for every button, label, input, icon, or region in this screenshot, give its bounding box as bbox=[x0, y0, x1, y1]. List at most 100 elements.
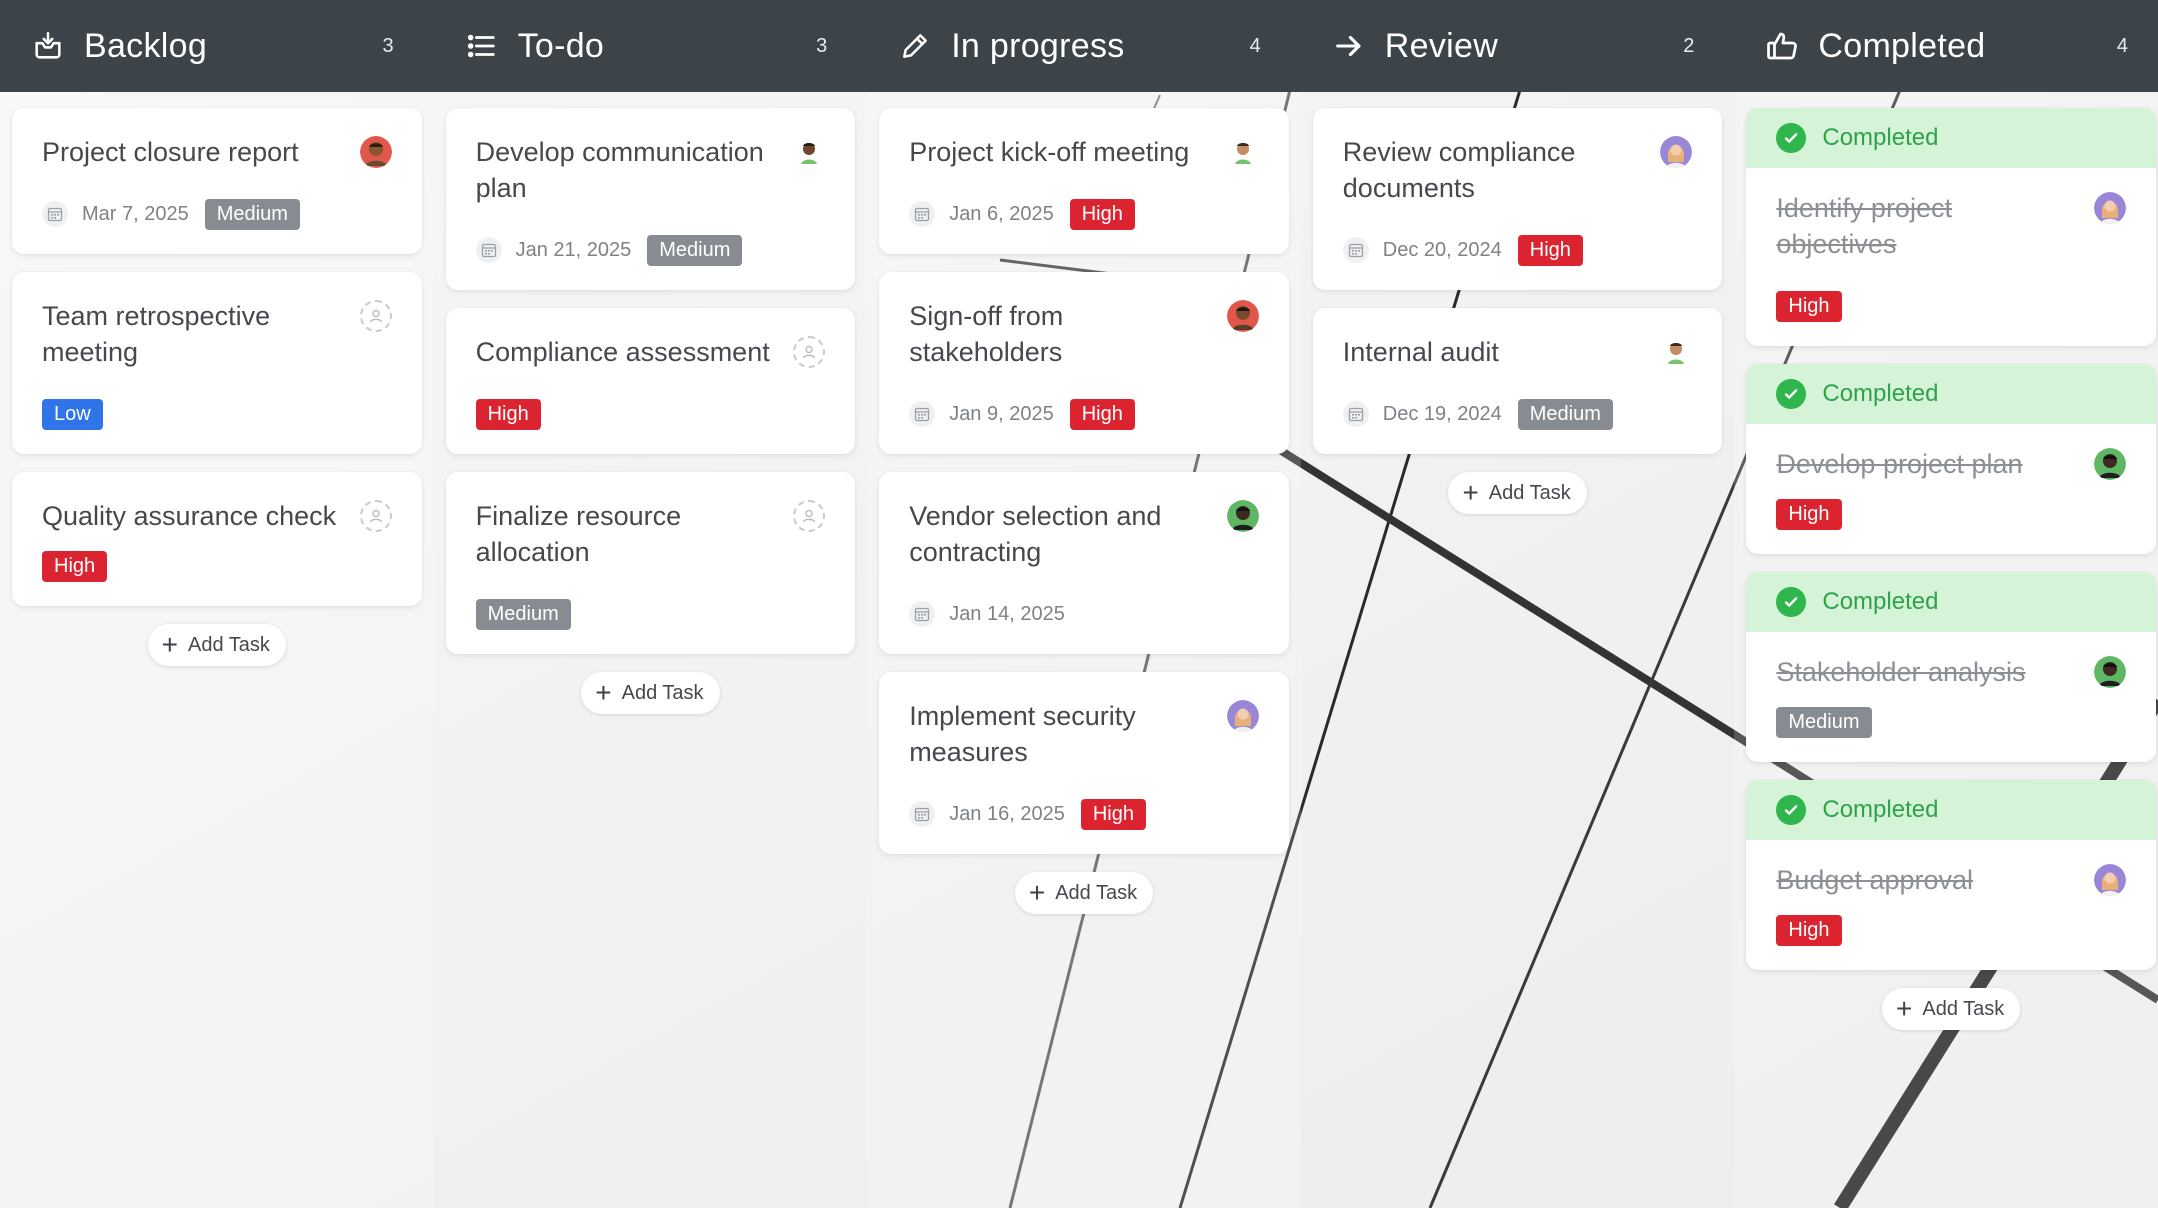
task-card[interactable]: Quality assurance check High bbox=[12, 472, 422, 606]
completed-banner: Completed bbox=[1746, 364, 2156, 424]
add-task-button[interactable]: + Add Task bbox=[1882, 988, 2021, 1030]
task-card[interactable]: Implement security measures Jan 16, 2025… bbox=[879, 672, 1289, 854]
add-task-button[interactable]: + Add Task bbox=[1448, 472, 1587, 514]
add-task-button[interactable]: + Add Task bbox=[581, 672, 720, 714]
calendar-icon bbox=[1342, 401, 1369, 427]
priority-badge: Medium bbox=[1776, 706, 1872, 738]
priority-badge: High bbox=[1776, 498, 1842, 530]
calendar-icon bbox=[909, 401, 936, 427]
column-title: To-do bbox=[517, 26, 605, 65]
task-title: Vendor selection and contracting bbox=[909, 501, 1162, 567]
unassigned-user-icon[interactable] bbox=[359, 300, 392, 332]
unassigned-user-icon[interactable] bbox=[793, 500, 826, 532]
completed-label: Completed bbox=[1822, 588, 1939, 615]
task-card-completed[interactable]: Completed Develop project plan High bbox=[1746, 364, 2156, 554]
priority-badge: High bbox=[1069, 398, 1135, 430]
add-task-label: Add Task bbox=[1488, 481, 1571, 504]
due-date: Jan 6, 2025 bbox=[949, 202, 1054, 225]
avatar-woman-purple[interactable] bbox=[1660, 136, 1693, 168]
avatar-woman-purple[interactable] bbox=[1226, 700, 1259, 732]
add-task-label: Add Task bbox=[1055, 881, 1138, 904]
avatar-man-green[interactable] bbox=[1226, 136, 1259, 168]
task-title: Compliance assessment bbox=[475, 337, 770, 367]
column-header: Completed 4 bbox=[1734, 0, 2158, 92]
column-count: 3 bbox=[382, 34, 394, 57]
add-task-label: Add Task bbox=[188, 633, 270, 656]
avatar-man-dark[interactable] bbox=[2093, 448, 2126, 480]
completed-banner: Completed bbox=[1746, 572, 2156, 632]
due-date: Jan 9, 2025 bbox=[949, 402, 1054, 425]
avatar-man-dark[interactable] bbox=[1226, 500, 1259, 532]
add-task-label: Add Task bbox=[621, 681, 704, 704]
priority-badge: High bbox=[1069, 198, 1135, 230]
priority-badge: High bbox=[475, 398, 541, 430]
task-card[interactable]: Project kick-off meeting Jan 6, 2025 Hig… bbox=[879, 108, 1289, 254]
task-title: Quality assurance check bbox=[42, 501, 337, 531]
task-title: Sign-off from stakeholders bbox=[909, 301, 1064, 367]
task-title: Project closure report bbox=[42, 137, 299, 167]
column-count: 4 bbox=[2116, 34, 2128, 57]
due-date: Dec 19, 2024 bbox=[1382, 402, 1502, 425]
task-card[interactable]: Review compliance documents Dec 20, 2024… bbox=[1312, 108, 1723, 290]
due-date: Jan 21, 2025 bbox=[515, 238, 632, 261]
task-card[interactable]: Develop communication plan Jan 21, 2025 … bbox=[445, 108, 856, 290]
add-task-button[interactable]: + Add Task bbox=[147, 624, 286, 666]
column-title: In progress bbox=[951, 26, 1125, 65]
plus-icon: + bbox=[1462, 477, 1479, 508]
avatar-man-green[interactable] bbox=[1660, 336, 1693, 368]
calendar-icon bbox=[909, 601, 936, 627]
due-date: Mar 7, 2025 bbox=[82, 202, 189, 225]
inbox-download-icon bbox=[30, 28, 66, 64]
add-task-button[interactable]: + Add Task bbox=[1014, 872, 1154, 914]
completed-label: Completed bbox=[1822, 380, 1939, 407]
column-count: 2 bbox=[1683, 34, 1695, 57]
task-card-completed[interactable]: Completed Stakeholder analysis Medium bbox=[1746, 572, 2156, 762]
task-title: Identify project objectives bbox=[1776, 193, 1952, 259]
check-circle-icon bbox=[1776, 379, 1807, 409]
task-title: Budget approval bbox=[1776, 865, 1974, 895]
column-title: Completed bbox=[1818, 26, 1986, 65]
priority-badge: Medium bbox=[1517, 398, 1613, 430]
unassigned-user-icon[interactable] bbox=[359, 500, 392, 532]
column-header: Review 2 bbox=[1300, 0, 1735, 92]
task-title: Review compliance documents bbox=[1342, 137, 1576, 203]
priority-badge: High bbox=[1776, 914, 1842, 946]
task-card[interactable]: Internal audit Dec 19, 2024 Medium bbox=[1312, 308, 1723, 454]
task-card[interactable]: Sign-off from stakeholders Jan 9, 2025 H… bbox=[879, 272, 1289, 454]
column-title: Backlog bbox=[84, 26, 208, 65]
check-circle-icon bbox=[1776, 587, 1807, 617]
calendar-icon bbox=[42, 201, 68, 227]
calendar-icon bbox=[475, 237, 502, 263]
task-card[interactable]: Project closure report Mar 7, 2025 Mediu… bbox=[12, 108, 422, 254]
task-title: Implement security measures bbox=[909, 701, 1136, 767]
task-card-completed[interactable]: Completed Identify project objectives Hi… bbox=[1746, 108, 2156, 346]
priority-badge: Low bbox=[42, 398, 103, 430]
priority-badge: High bbox=[42, 550, 108, 582]
column-header: In progress 4 bbox=[867, 0, 1301, 92]
priority-badge: Medium bbox=[647, 234, 743, 266]
avatar-man-red[interactable] bbox=[359, 136, 392, 168]
column-title: Review bbox=[1384, 26, 1499, 65]
check-circle-icon bbox=[1776, 123, 1807, 153]
avatar-man-green[interactable] bbox=[793, 136, 826, 168]
task-card[interactable]: Finalize resource allocation Medium bbox=[445, 472, 856, 654]
task-card[interactable]: Vendor selection and contracting Jan 14,… bbox=[879, 472, 1289, 654]
completed-banner: Completed bbox=[1746, 108, 2156, 168]
avatar-man-dark[interactable] bbox=[2093, 656, 2126, 688]
unassigned-user-icon[interactable] bbox=[793, 336, 826, 368]
column-backlog: Backlog 3 Project closure report Mar 7, … bbox=[0, 0, 434, 1208]
column-todo: To-do 3 Develop communication plan Jan 2… bbox=[433, 0, 868, 1208]
task-card[interactable]: Team retrospective meeting Low bbox=[12, 272, 422, 454]
avatar-woman-purple[interactable] bbox=[2093, 192, 2126, 224]
priority-badge: Medium bbox=[204, 198, 300, 230]
task-title: Internal audit bbox=[1342, 337, 1499, 367]
task-title: Team retrospective meeting bbox=[42, 301, 271, 367]
avatar-man-red[interactable] bbox=[1226, 300, 1259, 332]
column-completed: Completed 4 Completed Identify project o… bbox=[1734, 0, 2158, 1208]
task-title: Finalize resource allocation bbox=[475, 501, 682, 567]
completed-label: Completed bbox=[1822, 124, 1939, 151]
check-circle-icon bbox=[1776, 795, 1807, 825]
task-card[interactable]: Compliance assessment High bbox=[445, 308, 856, 454]
task-card-completed[interactable]: Completed Budget approval High bbox=[1746, 780, 2156, 970]
avatar-woman-purple[interactable] bbox=[2093, 864, 2126, 896]
